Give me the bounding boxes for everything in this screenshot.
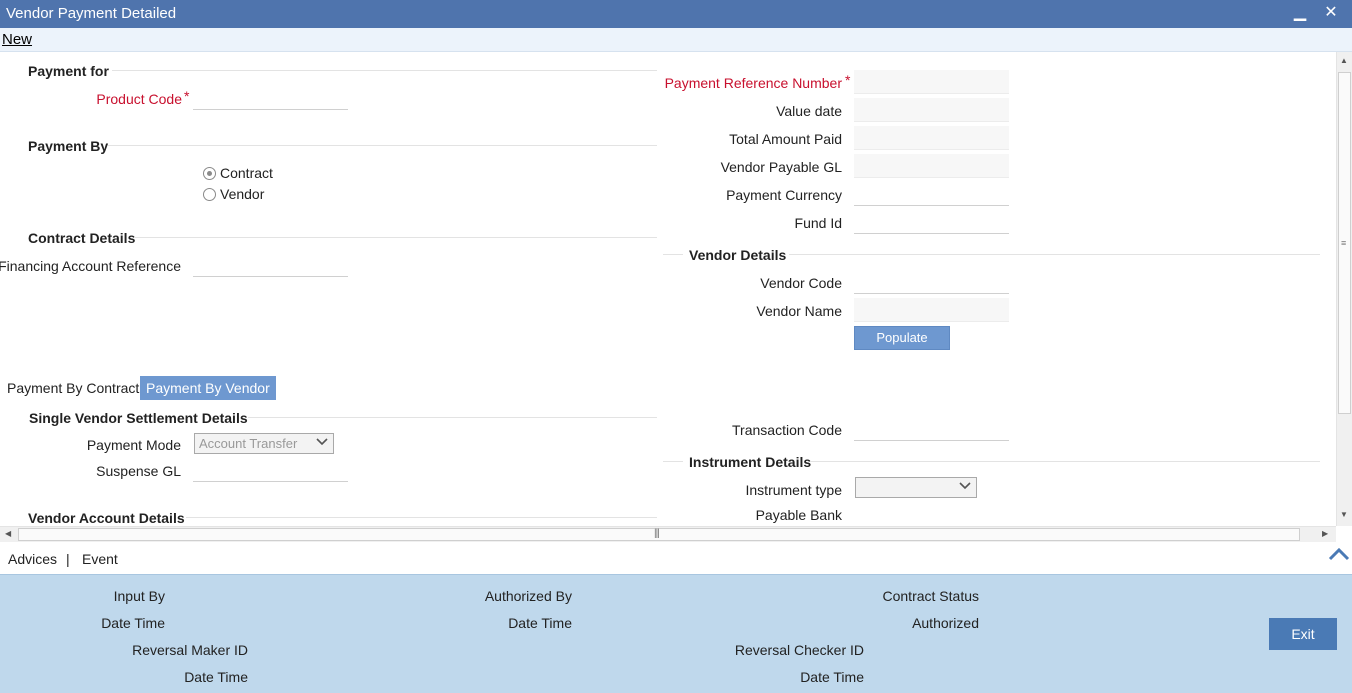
section-divider [663, 461, 683, 462]
tab-payment-by-vendor[interactable]: Payment By Vendor [140, 376, 276, 400]
scroll-right-arrow-icon[interactable]: ▶ [1322, 529, 1328, 538]
section-divider [789, 254, 1320, 255]
payment-mode-label: Payment Mode [86, 437, 181, 453]
instrument-type-select[interactable] [855, 477, 977, 498]
toolbar: New [0, 28, 1352, 52]
section-divider [186, 517, 657, 518]
new-link[interactable]: New [2, 31, 32, 48]
financing-account-reference-label: Financing Account Reference [0, 258, 181, 274]
vendor-payable-gl-field[interactable] [854, 154, 1009, 178]
section-title-payment-for: Payment for [28, 63, 109, 79]
tab-payment-by-contract[interactable]: Payment By Contract [1, 376, 145, 400]
financing-account-reference-input[interactable] [193, 253, 348, 277]
vertical-scrollbar[interactable]: ▲ ≡ ▼ [1336, 52, 1352, 526]
fund-id-label: Fund Id [794, 215, 842, 231]
grip-icon: ≡ [1341, 238, 1347, 248]
vendor-payable-gl-label: Vendor Payable GL [720, 159, 842, 175]
suspense-gl-label: Suspense GL [96, 463, 181, 479]
authorized-by-label: Authorized By [484, 588, 572, 604]
scroll-down-arrow-icon[interactable]: ▼ [1340, 510, 1348, 519]
window-title: Vendor Payment Detailed [6, 5, 177, 22]
scroll-left-arrow-icon[interactable]: ◀ [5, 529, 11, 538]
transaction-code-label: Transaction Code [732, 422, 842, 438]
vendor-code-label: Vendor Code [760, 275, 842, 291]
horizontal-scroll-thumb[interactable] [18, 528, 1300, 541]
payment-mode-value: Account Transfer [199, 436, 298, 451]
advices-link[interactable]: Advices [8, 551, 57, 567]
vendor-code-input[interactable] [854, 270, 1009, 294]
payment-reference-number-field[interactable] [854, 70, 1009, 94]
section-title-contract-details: Contract Details [28, 230, 136, 246]
minimize-icon[interactable]: ▁ [1289, 2, 1311, 24]
section-divider [112, 70, 657, 71]
radio-button-checked[interactable] [203, 166, 216, 180]
radio-button[interactable] [203, 187, 216, 201]
vendor-name-label: Vendor Name [756, 303, 842, 319]
product-code-input[interactable] [193, 86, 348, 110]
suspense-gl-input[interactable] [193, 458, 348, 482]
radio-contract[interactable]: Contract [203, 165, 273, 181]
date-time-label: Date Time [800, 669, 864, 685]
date-time-label: Date Time [101, 615, 165, 631]
section-title-single-vendor-settlement: Single Vendor Settlement Details [29, 410, 248, 426]
section-divider [134, 237, 657, 238]
horizontal-scrollbar[interactable]: ◀ ||| ▶ [0, 526, 1336, 542]
section-title-vendor-details: Vendor Details [689, 247, 787, 263]
fund-id-input[interactable] [854, 210, 1009, 234]
payment-currency-label: Payment Currency [726, 187, 842, 203]
value-date-field[interactable] [854, 98, 1009, 122]
grip-icon: ||| [654, 528, 660, 539]
reversal-maker-id-label: Reversal Maker ID [132, 642, 248, 658]
required-marker: * [184, 88, 190, 104]
section-divider [108, 145, 657, 146]
radio-vendor[interactable]: Vendor [203, 186, 264, 202]
main-form: Payment for Product Code * Payment Refer… [0, 52, 1352, 542]
section-title-instrument-details: Instrument Details [689, 454, 812, 470]
exit-button[interactable]: Exit [1269, 618, 1337, 650]
audit-footer: Input By Date Time Reversal Maker ID Dat… [0, 574, 1352, 693]
date-time-label: Date Time [184, 669, 248, 685]
chevron-down-icon [315, 435, 329, 454]
contract-status-value: Authorized [912, 615, 979, 631]
vendor-name-field[interactable] [854, 298, 1009, 322]
link-separator: | [66, 551, 70, 567]
product-code-label: Product Code [96, 91, 182, 107]
radio-vendor-label: Vendor [220, 186, 265, 202]
scroll-up-arrow-icon[interactable]: ▲ [1340, 56, 1348, 65]
section-title-payment-by: Payment By [28, 138, 109, 154]
section-divider [663, 254, 683, 255]
section-divider [248, 417, 657, 418]
event-link[interactable]: Event [82, 551, 118, 567]
payment-currency-input[interactable] [854, 182, 1009, 206]
total-amount-paid-label: Total Amount Paid [729, 131, 842, 147]
window-titlebar: Vendor Payment Detailed ▁ ✕ [0, 0, 1352, 28]
total-amount-paid-field[interactable] [854, 126, 1009, 150]
input-by-label: Input By [113, 588, 165, 604]
populate-button[interactable]: Populate [854, 326, 950, 350]
chevron-down-icon [958, 479, 972, 498]
radio-contract-label: Contract [220, 165, 273, 181]
value-date-label: Value date [776, 103, 842, 119]
reversal-checker-id-label: Reversal Checker ID [734, 642, 864, 658]
chevron-up-icon[interactable] [1328, 546, 1350, 562]
required-marker: * [845, 72, 851, 88]
links-bar: Advices | Event [0, 542, 1352, 574]
payment-mode-select[interactable]: Account Transfer [194, 433, 334, 454]
payable-bank-label: Payable Bank [755, 507, 842, 523]
payment-reference-number-label: Payment Reference Number [664, 75, 842, 91]
date-time-label: Date Time [508, 615, 572, 631]
section-divider [810, 461, 1320, 462]
transaction-code-input[interactable] [854, 417, 1009, 441]
section-title-vendor-account-details: Vendor Account Details [28, 510, 185, 526]
instrument-type-label: Instrument type [745, 482, 843, 498]
close-icon[interactable]: ✕ [1320, 2, 1342, 24]
contract-status-label: Contract Status [882, 588, 980, 604]
